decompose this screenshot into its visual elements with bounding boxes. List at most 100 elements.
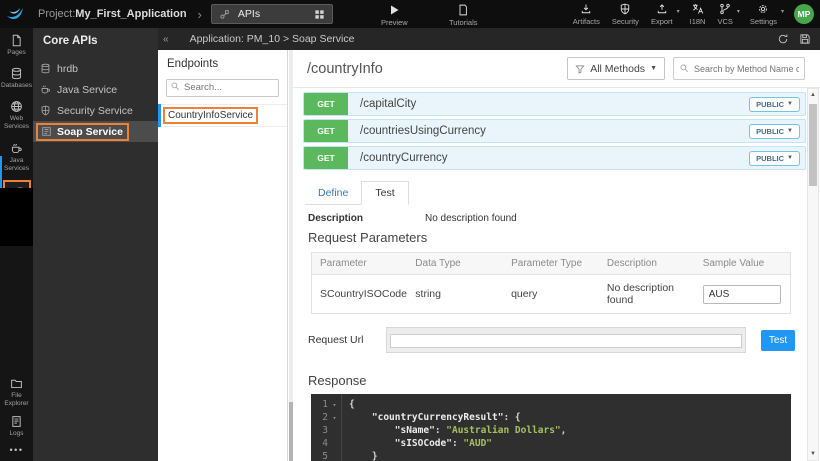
download-icon [580,3,592,15]
code-line: 2 ▾ "countryCurrencyResult": { [311,411,791,424]
endpoint-service-item[interactable]: CountryInfoService [158,104,287,127]
chevron-down-icon: ▾ [737,8,740,15]
fold-icon[interactable]: ▾ [328,398,341,411]
core-api-item-soap-service[interactable]: Soap Service [33,121,158,142]
column-header: Sample Value [695,253,791,275]
service-path: /countryInfo [307,61,383,77]
tutorials-button[interactable]: Tutorials [449,4,477,27]
tab-test[interactable]: Test [361,181,408,205]
core-apis-panel: Core APIs hrdb Java Service Security Ser… [33,28,158,461]
request-parameters-table: Parameter Data Type Parameter Type Descr… [311,252,791,314]
open-tab-apis[interactable]: APIs [211,4,333,24]
collapse-panel-icon[interactable]: « [158,34,172,45]
refresh-icon[interactable] [777,33,789,45]
preview-button[interactable]: Preview [381,4,408,27]
request-url-row: Request Url Test [308,327,820,353]
gutter-divider [341,394,342,461]
code-line: 4 "sISOCode": "AUD" [311,437,791,450]
gear-icon [757,3,769,15]
column-header: Description [599,253,695,275]
coffee-icon [40,84,51,95]
access-dropdown[interactable]: PUBLIC ▼ [749,124,800,139]
topbar: Project:My_First_Application › APIs Prev… [0,0,820,28]
code-line: 3 "sName": "Australian Dollars", [311,424,791,437]
translate-icon [692,3,704,15]
request-url-input[interactable] [390,334,742,348]
sidebar-item-java-services[interactable]: Java Services [0,136,33,177]
log-file-icon [10,415,23,428]
globe-icon [10,100,23,113]
sidebar-item-databases[interactable]: Databases [0,61,33,94]
search-icon [170,81,180,91]
description-value: No description found [425,213,517,224]
method-search [673,57,805,80]
endpoints-panel: Endpoints CountryInfoService [158,50,288,461]
method-search-input[interactable] [673,57,805,80]
coffee-icon [10,142,23,155]
fold-icon[interactable]: ▾ [328,411,341,424]
scroll-up-icon[interactable]: ▲ [808,89,818,101]
chevron-down-icon: ▼ [650,65,657,72]
core-api-item-hrdb[interactable]: hrdb [33,58,158,79]
scroll-down-icon[interactable]: ▼ [808,448,818,460]
access-dropdown[interactable]: PUBLIC ▼ [749,151,800,166]
breadcrumb: Application: PM_10 > Soap Service [190,33,355,45]
settings-button[interactable]: Settings ▾ [750,3,777,26]
wavemaker-logo-icon[interactable] [4,3,26,25]
sidebar-bottom: File Explorer Logs ••• [0,377,33,455]
sidebar-spacer [0,188,33,246]
sample-value-input[interactable] [703,285,781,304]
selected-indicator [158,104,161,127]
project-name[interactable]: Project:My_First_Application [38,8,187,20]
endpoint-rows: GET /capitalCity PUBLIC ▼ GET /countries… [293,88,820,170]
sidebar-item-web-services[interactable]: Web Services [0,94,33,135]
column-header: Parameter [312,253,408,275]
i18n-button[interactable]: I18N [690,3,706,26]
filter-icon [575,64,585,74]
artifacts-button[interactable]: Artifacts [573,3,600,26]
sidebar-item-file-explorer[interactable]: File Explorer [0,377,33,408]
chevron-right-icon: › [198,7,202,22]
export-button[interactable]: Export ▾ [651,3,673,26]
more-options-icon[interactable]: ••• [10,445,24,455]
main-scrollbar[interactable]: ▲ ▼ [807,88,819,461]
shield-icon [40,105,51,116]
security-button[interactable]: Security [612,3,639,26]
endpoint-row-capitalcity[interactable]: GET /capitalCity PUBLIC ▼ [303,92,806,116]
soap-service-icon [41,126,52,137]
methods-filter-dropdown[interactable]: All Methods ▼ [567,57,665,80]
vcs-button[interactable]: VCS ▾ [717,3,732,26]
endpoints-title: Endpoints [158,50,287,77]
chevron-down-icon: ▼ [787,128,793,134]
access-dropdown[interactable]: PUBLIC ▼ [749,97,800,112]
core-api-item-security-service[interactable]: Security Service [33,100,158,121]
chevron-down-icon: ▾ [677,8,680,15]
tab-define[interactable]: Define [305,182,361,205]
test-button[interactable]: Test [761,330,795,351]
description-row: Description No description found [308,213,820,224]
endpoint-row-countriesusingcurrency[interactable]: GET /countriesUsingCurrency PUBLIC ▼ [303,119,806,143]
sidebar-item-logs[interactable]: Logs [9,415,23,438]
scrollbar-thumb[interactable] [809,104,817,186]
core-api-item-java-service[interactable]: Java Service [33,79,158,100]
method-badge: GET [304,93,348,115]
grid-icon[interactable] [314,9,325,20]
topbar-menu: Artifacts Security Export ▾ I18N VCS ▾ [573,0,814,28]
request-url-field [386,327,746,353]
request-url-label: Request Url [308,334,386,346]
service-detail-panel: /countryInfo All Methods ▼ GET /capitalC… [293,50,820,461]
user-avatar[interactable]: MP [794,4,814,24]
sidebar-item-pages[interactable]: Pages [0,28,33,61]
code-line: 5 } [311,450,791,461]
chevron-down-icon: ▼ [787,101,793,107]
database-icon [40,63,51,74]
workspace-header: « Application: PM_10 > Soap Service [158,28,820,50]
column-header: Data Type [407,253,503,275]
save-icon[interactable] [799,33,811,45]
description-label: Description [308,213,425,224]
page-icon [10,34,23,47]
endpoint-row-countrycurrency[interactable]: GET /countryCurrency PUBLIC ▼ [303,146,806,170]
wavemaker-studio: Project:My_First_Application › APIs Prev… [0,0,820,461]
document-icon [457,4,469,16]
endpoints-search-input[interactable] [166,79,279,97]
